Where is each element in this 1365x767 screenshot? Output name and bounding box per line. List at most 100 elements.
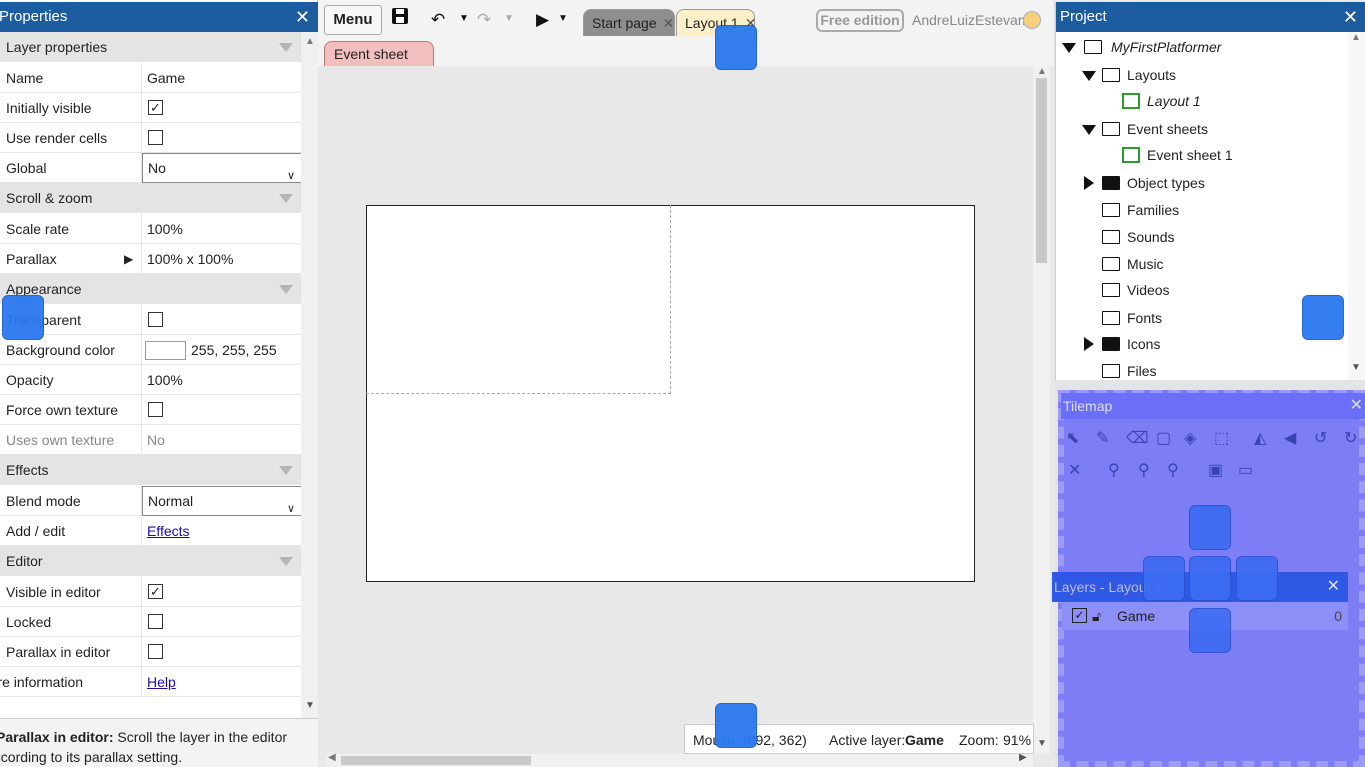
- properties-scrollbar[interactable]: ▲ ▼: [301, 32, 318, 718]
- tab-start-page[interactable]: Start page ✕: [583, 9, 675, 36]
- dock-target-top[interactable]: [715, 25, 757, 70]
- close-icon[interactable]: ✕: [1343, 2, 1358, 32]
- property-value[interactable]: 100% x 100% ▶: [124, 244, 301, 274]
- tree-item-layout-1[interactable]: Layout 1: [1122, 89, 1342, 113]
- dock-target-right[interactable]: [1302, 295, 1344, 340]
- tree-item-root[interactable]: MyFirstPlatformer: [1062, 35, 1342, 59]
- collapse-icon[interactable]: [279, 43, 293, 52]
- expand-icon[interactable]: [1082, 125, 1096, 135]
- scroll-down-icon[interactable]: ▼: [1037, 738, 1047, 749]
- collapse-icon[interactable]: [1084, 176, 1094, 190]
- section-layer-properties[interactable]: Layer properties: [0, 32, 301, 62]
- scroll-up-icon[interactable]: ▲: [1037, 66, 1047, 77]
- property-value[interactable]: Normal ∨: [141, 486, 302, 516]
- collapse-icon[interactable]: [279, 466, 293, 475]
- save-icon[interactable]: [391, 5, 409, 35]
- tree-item-event-sheets[interactable]: Event sheets: [1082, 117, 1342, 141]
- clear-icon[interactable]: ✕: [1068, 460, 1081, 480]
- scroll-thumb[interactable]: [341, 756, 531, 765]
- play-icon[interactable]: ▶: [536, 5, 549, 35]
- eraser-icon[interactable]: ⌫: [1126, 428, 1149, 448]
- zoom-in-icon[interactable]: ⚲: [1138, 460, 1150, 480]
- checkbox[interactable]: ✓: [148, 584, 163, 599]
- property-value[interactable]: [141, 305, 301, 335]
- property-value[interactable]: [141, 123, 301, 153]
- tilemap-header[interactable]: Tilemap ✕: [1061, 393, 1365, 419]
- dock-center-left[interactable]: [1143, 556, 1185, 601]
- property-value[interactable]: [141, 637, 301, 667]
- undo-icon[interactable]: ↶: [431, 5, 445, 35]
- username-label[interactable]: AndreLuizEstevam: [912, 12, 1030, 28]
- property-value[interactable]: ✓: [141, 93, 301, 123]
- property-value[interactable]: Help: [141, 667, 301, 697]
- collapse-icon[interactable]: [1084, 337, 1094, 351]
- expand-icon[interactable]: [1062, 43, 1076, 53]
- tab-event-sheet-1[interactable]: Event sheet 1✕: [324, 41, 434, 86]
- menu-button[interactable]: Menu: [324, 5, 382, 35]
- property-value[interactable]: No ∨: [141, 153, 302, 183]
- close-icon[interactable]: ✕: [1327, 572, 1340, 602]
- collapse-icon[interactable]: [279, 557, 293, 566]
- property-value[interactable]: Effects: [141, 516, 301, 546]
- close-icon[interactable]: ✕: [295, 2, 310, 32]
- property-value[interactable]: No: [141, 425, 301, 455]
- select-tool-icon[interactable]: ⬉: [1066, 428, 1079, 448]
- checkbox[interactable]: [148, 312, 163, 327]
- collapse-icon[interactable]: [279, 194, 293, 203]
- scroll-down-icon[interactable]: ▼: [305, 700, 315, 711]
- selection-icon[interactable]: ⬚: [1214, 428, 1229, 448]
- tree-item-layouts[interactable]: Layouts: [1082, 63, 1342, 87]
- property-value[interactable]: 100%: [141, 365, 301, 395]
- redo-dropdown-icon[interactable]: ▼: [504, 4, 514, 34]
- play-dropdown-icon[interactable]: ▼: [558, 4, 568, 34]
- checkbox[interactable]: [148, 130, 163, 145]
- mirror-icon[interactable]: ◭: [1254, 428, 1266, 448]
- dock-target-bottom[interactable]: [715, 703, 757, 748]
- visible-checkbox[interactable]: ✓: [1072, 608, 1087, 623]
- lock-icon[interactable]: 🔓︎: [1092, 602, 1101, 630]
- flip-icon[interactable]: ◀: [1284, 428, 1296, 448]
- tree-item-event-sheet-1[interactable]: Event sheet 1: [1122, 143, 1342, 167]
- pencil-icon[interactable]: ✎: [1096, 428, 1109, 448]
- property-value[interactable]: [141, 395, 301, 425]
- save-icon[interactable]: ▣: [1208, 460, 1223, 480]
- property-value[interactable]: [141, 607, 301, 637]
- canvas-horizontal-scrollbar[interactable]: ◀ ▶: [326, 752, 1033, 767]
- color-swatch[interactable]: [145, 341, 186, 360]
- folder-icon[interactable]: ▭: [1238, 460, 1253, 480]
- property-value[interactable]: Game: [141, 63, 301, 93]
- scroll-up-icon[interactable]: ▲: [1351, 32, 1361, 43]
- close-icon[interactable]: ✕: [1350, 393, 1363, 419]
- tree-item-object-types[interactable]: Object types: [1084, 171, 1344, 195]
- section-scroll-zoom[interactable]: Scroll & zoom: [0, 183, 301, 213]
- dock-center-bottom[interactable]: [1189, 608, 1231, 653]
- property-value[interactable]: 100%: [141, 214, 301, 244]
- section-editor[interactable]: Editor: [0, 546, 301, 576]
- avatar[interactable]: [1023, 11, 1041, 29]
- expand-icon[interactable]: [1082, 71, 1096, 81]
- zoom-out-icon[interactable]: ⚲: [1167, 460, 1179, 480]
- scroll-up-icon[interactable]: ▲: [305, 36, 315, 47]
- free-edition-badge[interactable]: Free edition: [816, 9, 904, 32]
- tree-item-files[interactable]: Files: [1102, 359, 1342, 379]
- checkbox[interactable]: [148, 644, 163, 659]
- project-scrollbar[interactable]: ▲ ▼: [1348, 32, 1365, 380]
- property-link[interactable]: Help: [147, 674, 176, 690]
- section-effects[interactable]: Effects: [0, 455, 301, 485]
- checkbox[interactable]: [148, 402, 163, 417]
- tree-item-sounds[interactable]: Sounds: [1102, 225, 1342, 249]
- tree-item-music[interactable]: Music: [1102, 252, 1342, 276]
- rotate-right-icon[interactable]: ↻: [1344, 428, 1357, 448]
- rectangle-icon[interactable]: ▢: [1156, 428, 1171, 448]
- close-icon[interactable]: ✕: [663, 15, 675, 31]
- undo-dropdown-icon[interactable]: ▼: [459, 4, 469, 34]
- dock-center-right[interactable]: [1236, 556, 1278, 601]
- fill-icon[interactable]: ◈: [1184, 428, 1196, 448]
- scroll-thumb[interactable]: [1036, 78, 1047, 263]
- zoom-icon[interactable]: ⚲: [1108, 460, 1120, 480]
- dock-center-middle[interactable]: [1189, 556, 1231, 601]
- dock-center-top[interactable]: [1189, 505, 1231, 550]
- rotate-left-icon[interactable]: ↺: [1314, 428, 1327, 448]
- property-value[interactable]: ✓: [141, 577, 301, 607]
- checkbox[interactable]: [148, 614, 163, 629]
